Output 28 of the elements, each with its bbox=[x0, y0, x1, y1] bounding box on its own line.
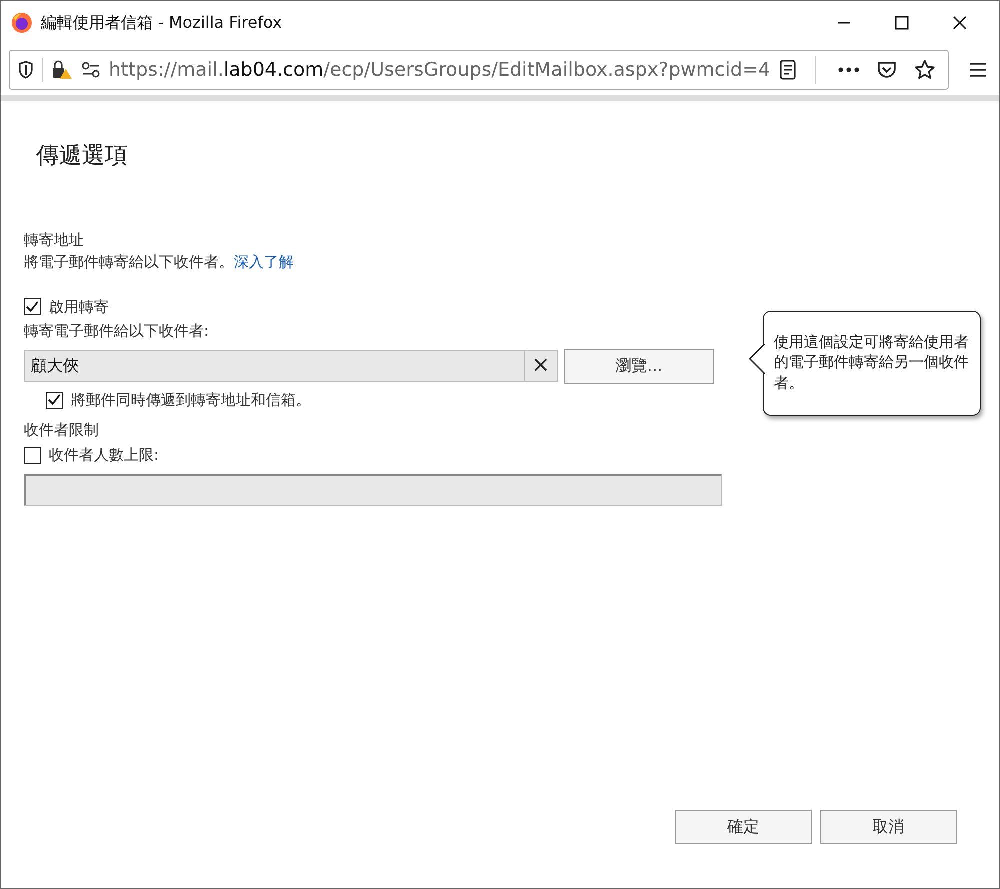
deliver-both-checkbox[interactable] bbox=[46, 392, 63, 408]
section-title: 轉寄地址 bbox=[24, 230, 85, 250]
tooltip-pointer-icon bbox=[749, 344, 765, 374]
page-heading: 傳遞選項 bbox=[36, 142, 129, 171]
checkbox-label: 啟用轉寄 bbox=[49, 296, 109, 318]
firefox-logo-icon bbox=[11, 12, 33, 34]
checkbox-label: 將郵件同時傳遞到轉寄地址和信箱。 bbox=[71, 390, 311, 410]
shield-icon[interactable] bbox=[18, 61, 34, 79]
learn-more-link[interactable]: 深入了解 bbox=[234, 253, 294, 271]
close-icon[interactable] bbox=[952, 15, 968, 31]
recipient-field[interactable]: 顧大俠 × bbox=[24, 350, 558, 382]
description-text: 將電子郵件轉寄給以下收件者。深入了解 bbox=[24, 252, 295, 273]
url-text: https://mail.lab04.com/ecp/UsersGroups/EditMailbox.aspx?pwmcid=4 bbox=[109, 58, 771, 83]
maximize-icon[interactable] bbox=[894, 15, 910, 31]
dialog-button[interactable]: 確定 bbox=[675, 810, 812, 844]
lock-warning-icon[interactable] bbox=[51, 60, 73, 80]
reader-view-icon[interactable] bbox=[778, 60, 797, 80]
window-title: 編輯使用者信箱 - Mozilla Firefox bbox=[41, 12, 284, 34]
browse-button[interactable]: 瀏覽... bbox=[564, 348, 714, 384]
enable-forwarding-checkbox[interactable] bbox=[24, 298, 41, 316]
dialog-button[interactable]: 取消 bbox=[820, 810, 957, 844]
max-recipients-field[interactable] bbox=[24, 474, 722, 506]
checkbox-label: 收件者人數上限: bbox=[49, 444, 160, 466]
permissions-icon[interactable] bbox=[81, 62, 101, 78]
max-recipients-checkbox[interactable] bbox=[24, 446, 41, 464]
address-bar[interactable]: https://mail.lab04.com/ecp/UsersGroups/EditMailbox.aspx?pwmcid=4 bbox=[9, 50, 949, 90]
field-label: 轉寄電子郵件給以下收件者: bbox=[24, 321, 210, 342]
section-title: 收件者限制 bbox=[24, 420, 100, 442]
